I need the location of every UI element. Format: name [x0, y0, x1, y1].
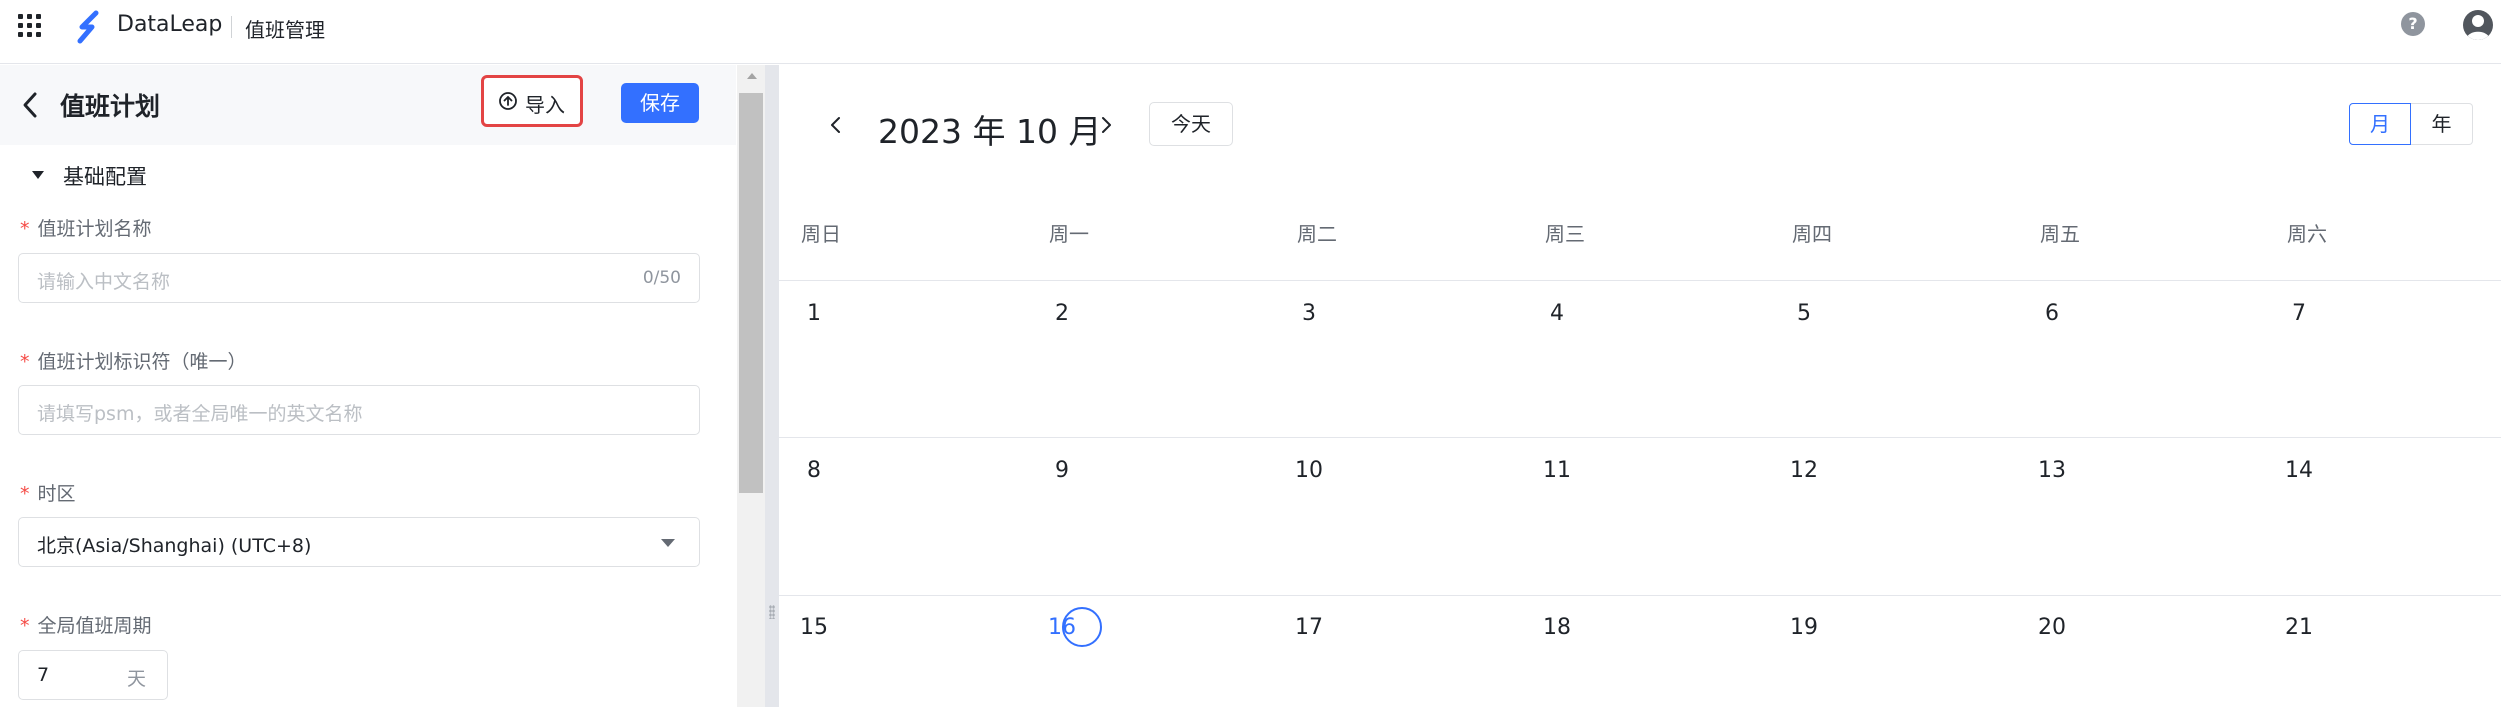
- plan-name-label-text: 值班计划名称: [37, 218, 152, 240]
- plan-name-placeholder: 请输入中文名称: [37, 271, 171, 293]
- plan-identifier-input[interactable]: 请填写psm，或者全局唯一的英文名称: [18, 385, 700, 435]
- period-input[interactable]: 7 天: [18, 650, 168, 700]
- weekday-header: 周三: [1545, 222, 1585, 246]
- calendar-day[interactable]: 2: [1032, 301, 1092, 326]
- view-year-button[interactable]: 年: [2411, 103, 2473, 145]
- timezone-value: 北京(Asia/Shanghai) (UTC+8): [37, 535, 312, 557]
- required-mark: *: [20, 351, 30, 373]
- plan-identifier-label-text: 值班计划标识符（唯一）: [37, 351, 247, 373]
- view-switch: 月 年: [2349, 103, 2473, 145]
- section-title-basic-config[interactable]: 基础配置: [63, 161, 147, 191]
- calendar-day[interactable]: 17: [1279, 615, 1339, 640]
- weekday-header: 周四: [1792, 222, 1832, 246]
- plan-header: 值班计划 导入 保存: [0, 65, 736, 145]
- calendar-day[interactable]: 4: [1527, 301, 1587, 326]
- calendar-day[interactable]: 20: [2022, 615, 2082, 640]
- period-value: 7: [37, 664, 50, 686]
- calendar-day[interactable]: 1: [784, 301, 844, 326]
- import-button[interactable]: 导入: [481, 75, 583, 127]
- view-month-button[interactable]: 月: [2349, 103, 2411, 145]
- calendar-day[interactable]: 13: [2022, 458, 2082, 483]
- back-arrow-icon[interactable]: [22, 91, 38, 119]
- brand-divider: [231, 16, 232, 38]
- chevron-down-icon: [661, 539, 675, 547]
- weekday-header: 周日: [801, 222, 841, 246]
- calendar-day[interactable]: 10: [1279, 458, 1339, 483]
- scrollbar-thumb[interactable]: [739, 93, 763, 493]
- calendar-day[interactable]: 6: [2022, 301, 2082, 326]
- calendar-day[interactable]: 15: [784, 615, 844, 640]
- period-label: * 全局值班周期: [20, 611, 152, 638]
- weekday-header: 周五: [2040, 222, 2080, 246]
- calendar-day[interactable]: 8: [784, 458, 844, 483]
- caret-down-icon[interactable]: [30, 161, 46, 189]
- timezone-label-text: 时区: [37, 483, 76, 505]
- chevron-right-icon[interactable]: [1099, 115, 1113, 135]
- char-count: 0/50: [642, 268, 681, 288]
- plan-name-label: * 值班计划名称: [20, 214, 152, 241]
- plan-identifier-placeholder: 请填写psm，或者全局唯一的英文名称: [37, 403, 363, 425]
- calendar-divider: [779, 280, 2501, 281]
- required-mark: *: [20, 218, 30, 240]
- calendar-day[interactable]: 3: [1279, 301, 1339, 326]
- chevron-left-icon[interactable]: [829, 115, 843, 135]
- scroll-up-icon[interactable]: [747, 73, 757, 79]
- import-button-label: 导入: [525, 93, 565, 117]
- calendar-day-today[interactable]: 16: [1032, 615, 1092, 640]
- calendar-day[interactable]: 14: [2269, 458, 2329, 483]
- period-label-text: 全局值班周期: [37, 615, 152, 637]
- brand-name[interactable]: DataLeap: [117, 12, 222, 37]
- apps-grid-icon[interactable]: [18, 14, 42, 38]
- module-title: 值班管理: [245, 18, 325, 42]
- calendar-day[interactable]: 19: [1774, 615, 1834, 640]
- calendar-day[interactable]: 7: [2269, 301, 2329, 326]
- calendar-divider: [779, 437, 2501, 438]
- today-button[interactable]: 今天: [1149, 102, 1233, 146]
- calendar-divider: [779, 595, 2501, 596]
- dataleap-logo-icon[interactable]: [72, 10, 106, 44]
- required-mark: *: [20, 483, 30, 505]
- calendar-day[interactable]: 5: [1774, 301, 1834, 326]
- page-title: 值班计划: [60, 92, 161, 121]
- calendar-day[interactable]: 9: [1032, 458, 1092, 483]
- drag-handle-icon[interactable]: [769, 605, 775, 619]
- plan-identifier-label: * 值班计划标识符（唯一）: [20, 347, 247, 374]
- calendar-panel: 2023 年 10 月 今天 月 年 周日 周一 周二 周三 周四 周五 周六 …: [779, 65, 2501, 707]
- avatar-icon[interactable]: [2463, 10, 2493, 40]
- upload-circle-icon: [499, 92, 517, 110]
- save-button[interactable]: 保存: [621, 83, 699, 123]
- timezone-select[interactable]: 北京(Asia/Shanghai) (UTC+8): [18, 517, 700, 567]
- help-icon[interactable]: ?: [2401, 12, 2425, 36]
- period-unit: 天: [127, 668, 147, 690]
- weekday-header: 周六: [2287, 222, 2327, 246]
- panel-splitter[interactable]: [765, 65, 779, 707]
- calendar-day[interactable]: 21: [2269, 615, 2329, 640]
- calendar-month-title: 2023 年 10 月: [878, 112, 1102, 151]
- weekday-header: 周一: [1049, 222, 1089, 246]
- required-mark: *: [20, 615, 30, 637]
- plan-name-input[interactable]: 请输入中文名称 0/50: [18, 253, 700, 303]
- plan-form-panel: 值班计划 导入 保存 基础配置 * 值班计划名称 请输入中文名称 0/50 * 值班…: [0, 65, 736, 707]
- top-bar: DataLeap 值班管理 ?: [0, 0, 2501, 64]
- calendar-day[interactable]: 12: [1774, 458, 1834, 483]
- calendar-day[interactable]: 11: [1527, 458, 1587, 483]
- timezone-label: * 时区: [20, 479, 76, 506]
- form-scrollbar[interactable]: [737, 65, 765, 707]
- calendar-day[interactable]: 18: [1527, 615, 1587, 640]
- weekday-header: 周二: [1297, 222, 1337, 246]
